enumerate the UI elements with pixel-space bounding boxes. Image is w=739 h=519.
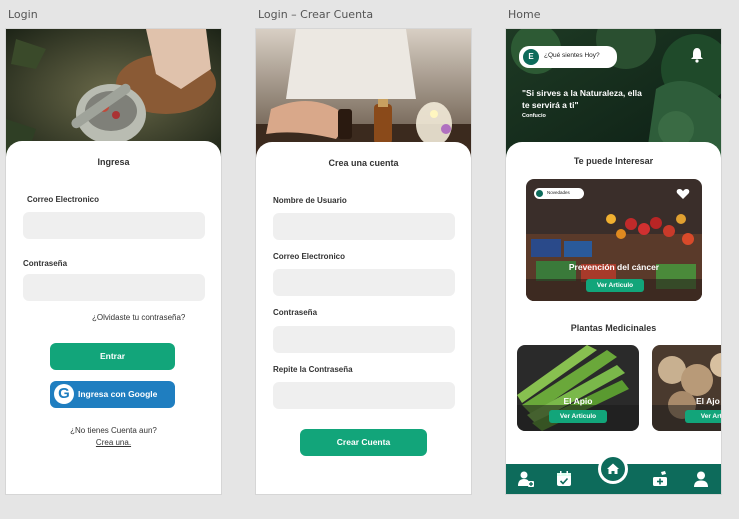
create-account-link[interactable]: Crea una. [6, 438, 221, 447]
quote-text: "Si sirves a la Naturaleza, ella te serv… [522, 88, 642, 110]
home-screen: E ¿Qué sientes Hoy? "Si sirves a la Natu… [506, 29, 721, 494]
login-hero-image [6, 29, 221, 159]
enter-button[interactable]: Entrar [50, 343, 175, 370]
register-card: Crea una cuenta Nombre de Usuario Correo… [256, 142, 471, 494]
plant-title-ajo: El Ajo [696, 396, 720, 406]
profile-icon[interactable] [692, 470, 710, 488]
doctor-icon[interactable] [517, 470, 535, 488]
tag-dot-icon [536, 190, 543, 197]
login-screen: Ingresa Correo Electronico Contraseña ¿O… [6, 29, 221, 494]
password-label: Contraseña [23, 259, 68, 268]
google-login-button[interactable]: G Ingresa con Google [50, 381, 175, 408]
home-icon[interactable] [601, 457, 625, 481]
register-password-input[interactable] [273, 326, 455, 353]
medkit-icon[interactable] [651, 470, 669, 488]
section-interest-title: Te puede Interesar [573, 156, 654, 166]
password-input[interactable] [23, 274, 205, 301]
google-button-label: Ingresa con Google [78, 389, 158, 399]
register-hero-image [256, 29, 471, 159]
repeat-password-input[interactable] [273, 382, 455, 409]
bell-icon[interactable] [689, 47, 705, 63]
quote-author: Confucio [522, 113, 546, 119]
login-card: Ingresa Correo Electronico Contraseña ¿O… [6, 141, 221, 494]
forgot-password-link[interactable]: ¿Olvidaste tu contraseña? [92, 313, 185, 322]
plant-card-ajo[interactable]: El Ajo Ver Artic [652, 345, 721, 431]
no-account-text: ¿No tienes Cuenta aun? [70, 426, 157, 435]
plant-button-apio[interactable]: Ver Articulo [549, 410, 607, 423]
mood-pill[interactable]: E ¿Qué sientes Hoy? [519, 46, 617, 68]
bottom-nav [506, 454, 721, 494]
featured-article-card[interactable]: Novedades Prevención del cáncer Ver Arti… [526, 179, 702, 301]
featured-tag-label: Novedades [547, 190, 570, 195]
calendar-icon[interactable] [555, 470, 573, 488]
email-input[interactable] [23, 212, 205, 239]
heart-icon[interactable] [676, 187, 690, 201]
login-title: Ingresa [97, 157, 130, 167]
plant-title-apio: El Apio [563, 396, 593, 406]
mood-prompt: ¿Qué sientes Hoy? [544, 52, 600, 59]
create-account-button[interactable]: Crear Cuenta [300, 429, 427, 456]
featured-tag: Novedades [534, 188, 584, 199]
register-screen: Crea una cuenta Nombre de Usuario Correo… [256, 29, 471, 494]
user-avatar: E [523, 49, 539, 65]
featured-article-button[interactable]: Ver Articulo [586, 279, 644, 292]
featured-title: Prevención del cáncer [568, 262, 660, 272]
plant-button-ajo[interactable]: Ver Artic [685, 410, 721, 423]
username-input[interactable] [273, 213, 455, 240]
frame-label-login: Login [8, 8, 38, 21]
repeat-password-label: Repite la Contraseña [273, 365, 353, 374]
register-email-input[interactable] [273, 269, 455, 296]
username-label: Nombre de Usuario [273, 196, 347, 205]
register-email-label: Correo Electronico [273, 252, 346, 261]
frame-label-register: Login – Crear Cuenta [258, 8, 374, 21]
home-button-ring [598, 454, 628, 484]
email-label: Correo Electronico [27, 195, 100, 204]
register-title: Crea una cuenta [328, 158, 399, 168]
register-password-label: Contraseña [273, 308, 318, 317]
frame-label-home: Home [508, 8, 541, 21]
section-plants-title: Plantas Medicinales [570, 323, 657, 333]
home-card: Te puede Interesar Novedades Prevención … [506, 142, 721, 464]
plant-card-apio[interactable]: El Apio Ver Articulo [517, 345, 639, 431]
google-icon: G [54, 384, 74, 404]
